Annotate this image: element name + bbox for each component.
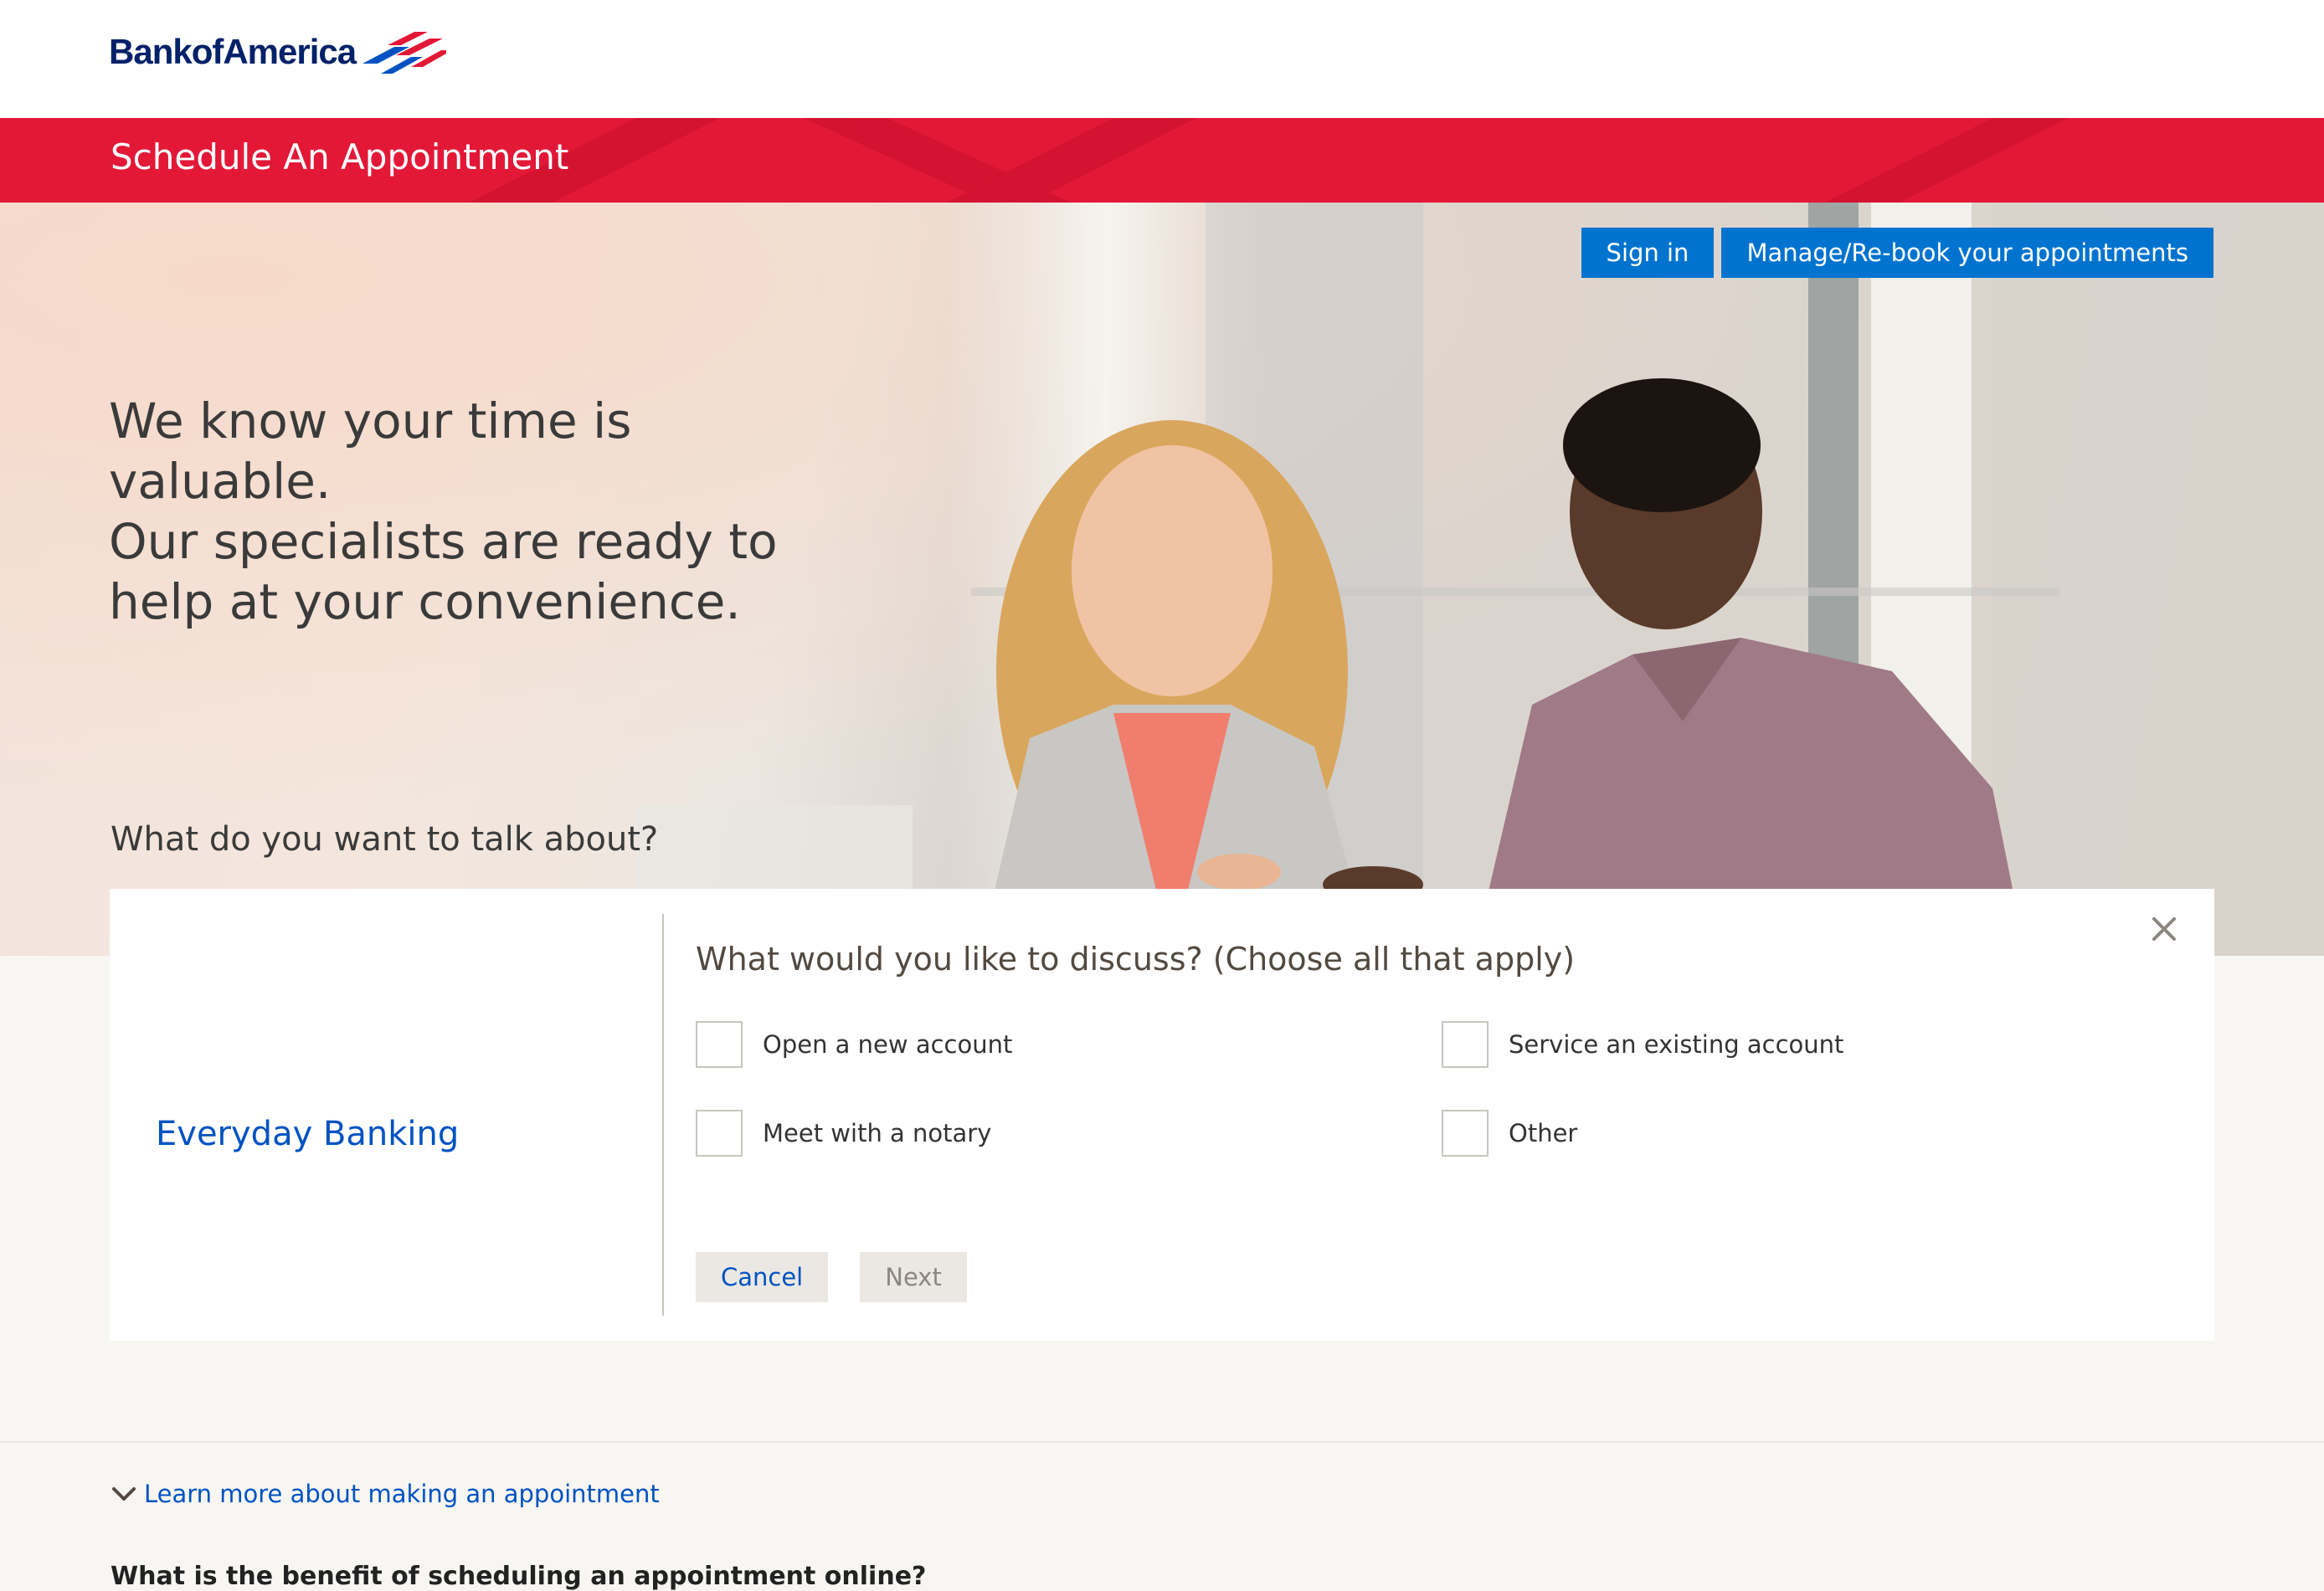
bank-logo[interactable]: BankofAmerica	[109, 30, 447, 74]
category-everyday-banking[interactable]: Everyday Banking	[156, 1115, 459, 1153]
checkbox[interactable]	[1442, 1021, 1488, 1068]
category-column: Everyday Banking	[110, 914, 664, 1316]
hero-actions: Sign in Manage/Re-book your appointments	[1581, 228, 2213, 278]
option-notary[interactable]: Meet with a notary	[696, 1110, 991, 1157]
option-label: Other	[1509, 1119, 1578, 1147]
flag-icon	[362, 32, 447, 74]
checkbox[interactable]	[696, 1021, 743, 1068]
section-divider	[0, 1441, 2324, 1443]
checkbox[interactable]	[696, 1110, 743, 1157]
headline-line: help at your convenience.	[109, 573, 741, 630]
option-label: Open a new account	[763, 1030, 1013, 1059]
sign-in-button[interactable]: Sign in	[1581, 228, 1715, 278]
option-label: Meet with a notary	[763, 1119, 992, 1147]
headline-line: We know your time is valuable.	[109, 393, 632, 510]
topic-panel: Everyday Banking What would you like to …	[110, 889, 2214, 1341]
logo-wordmark: BankofAmerica	[109, 32, 357, 71]
learn-more-link[interactable]: Learn more about making an appointment	[144, 1480, 660, 1508]
option-open-account[interactable]: Open a new account	[696, 1021, 1012, 1068]
option-other[interactable]: Other	[1442, 1110, 1577, 1157]
cancel-button[interactable]: Cancel	[696, 1252, 829, 1302]
learn-more-toggle[interactable]: Learn more about making an appointment	[111, 1480, 660, 1508]
option-service-account[interactable]: Service an existing account	[1442, 1021, 1843, 1068]
headline-line: Our specialists are ready to	[109, 513, 778, 570]
discuss-heading: What would you like to discuss? (Choose …	[696, 941, 1576, 978]
site-header: BankofAmerica	[0, 0, 2324, 118]
next-button[interactable]: Next	[860, 1252, 967, 1302]
hero-section: Sign in Manage/Re-book your appointments…	[0, 203, 2324, 956]
option-label: Service an existing account	[1509, 1030, 1844, 1059]
page-banner: Schedule An Appointment	[0, 118, 2324, 203]
hero-headline: We know your time is valuable. Our speci…	[109, 391, 862, 632]
chevron-down-icon	[112, 1487, 136, 1501]
page-title: Schedule An Appointment	[111, 136, 569, 177]
topic-question: What do you want to talk about?	[111, 820, 659, 859]
checkbox[interactable]	[1442, 1110, 1488, 1157]
panel-actions: Cancel Next	[696, 1252, 967, 1302]
discuss-column: What would you like to discuss? (Choose …	[696, 941, 2186, 1302]
manage-appointments-button[interactable]: Manage/Re-book your appointments	[1721, 228, 2213, 278]
